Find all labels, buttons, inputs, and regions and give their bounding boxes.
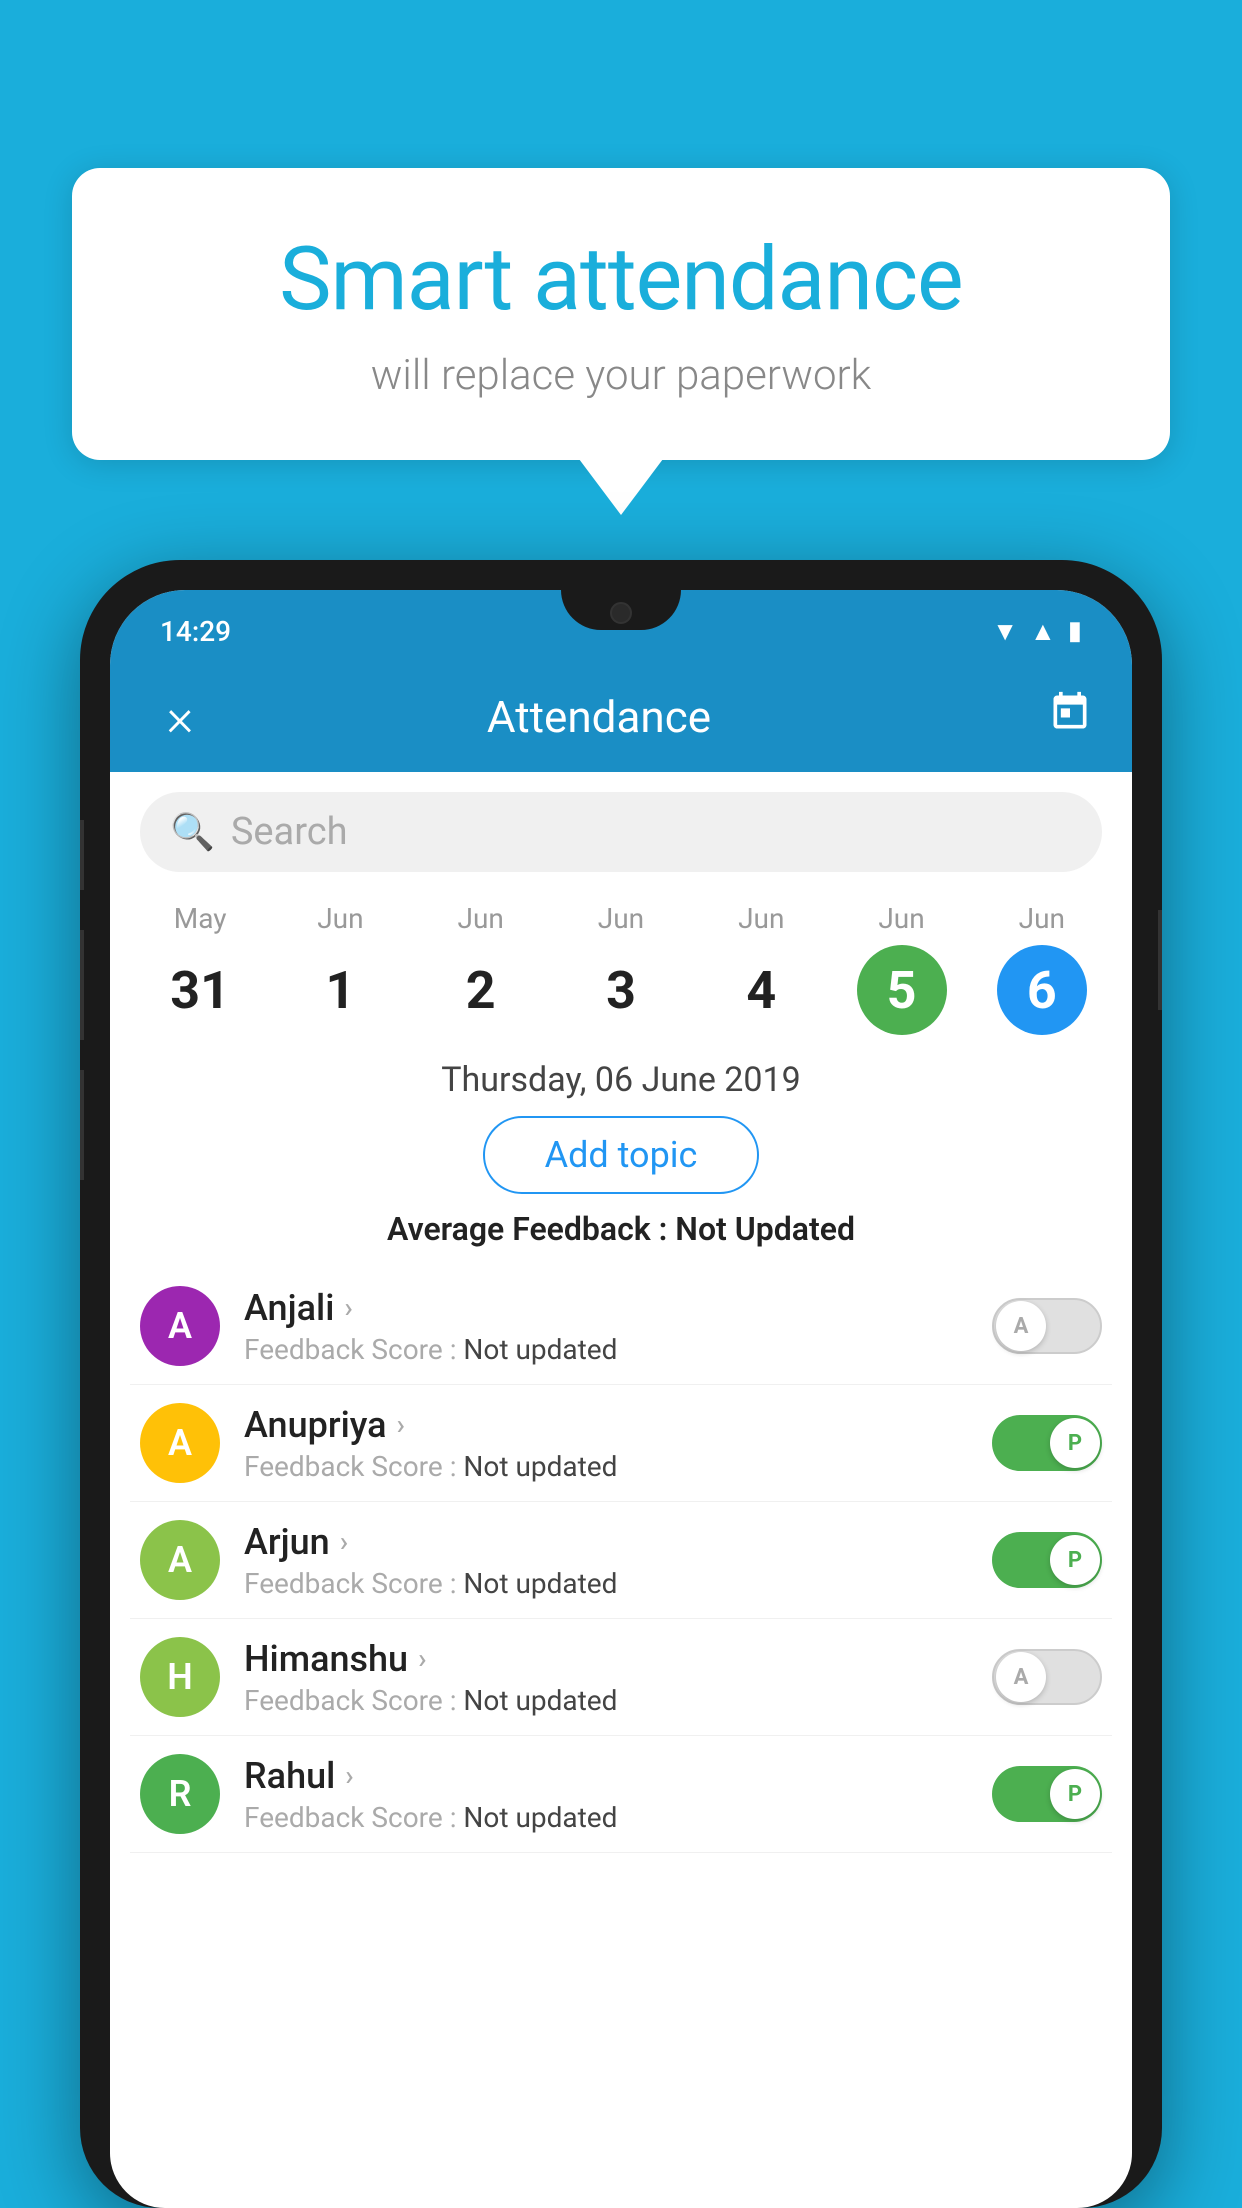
avg-feedback-value: Not Updated — [675, 1210, 855, 1248]
student-avatar: A — [140, 1403, 220, 1483]
student-feedback: Feedback Score : Not updated — [244, 1684, 992, 1717]
add-topic-button[interactable]: Add topic — [483, 1116, 760, 1194]
cal-month-label: Jun — [458, 902, 504, 935]
calendar-day-2[interactable]: Jun 2 — [411, 902, 551, 1035]
student-info: Arjun› Feedback Score : Not updated — [244, 1521, 992, 1600]
student-feedback: Feedback Score : Not updated — [244, 1450, 992, 1483]
phone-screen: 14:29 ▼ ▲ ▮ × Attendance 🔍 Search May31J… — [110, 590, 1132, 2208]
student-info: Rahul› Feedback Score : Not updated — [244, 1755, 992, 1834]
search-icon: 🔍 — [170, 811, 215, 853]
phone-frame: 14:29 ▼ ▲ ▮ × Attendance 🔍 Search May31J… — [80, 560, 1162, 2208]
power-button — [1158, 910, 1162, 1010]
status-icons: ▼ ▲ ▮ — [992, 616, 1082, 647]
student-item[interactable]: A Arjun› Feedback Score : Not updated P — [130, 1502, 1112, 1619]
student-feedback: Feedback Score : Not updated — [244, 1801, 992, 1834]
cal-month-label: Jun — [1019, 902, 1065, 935]
cal-day-num[interactable]: 1 — [295, 945, 385, 1035]
student-name: Anupriya› — [244, 1404, 992, 1446]
cal-month-label: May — [174, 902, 227, 935]
student-name: Anjali› — [244, 1287, 992, 1329]
cal-month-label: Jun — [878, 902, 924, 935]
toggle-knob: A — [996, 1652, 1046, 1702]
calendar-day-6[interactable]: Jun 6 — [972, 902, 1112, 1035]
bubble-title: Smart attendance — [152, 228, 1090, 331]
selected-date: Thursday, 06 June 2019 — [110, 1060, 1132, 1100]
average-feedback: Average Feedback : Not Updated — [110, 1210, 1132, 1248]
signal-icon: ▲ — [1030, 616, 1056, 647]
cal-day-num[interactable]: 31 — [155, 945, 245, 1035]
search-bar[interactable]: 🔍 Search — [140, 792, 1102, 872]
student-feedback: Feedback Score : Not updated — [244, 1567, 992, 1600]
student-feedback: Feedback Score : Not updated — [244, 1333, 992, 1366]
status-time: 14:29 — [160, 615, 231, 648]
student-avatar: A — [140, 1520, 220, 1600]
cal-day-num[interactable]: 5 — [857, 945, 947, 1035]
attendance-toggle[interactable]: P — [992, 1415, 1102, 1471]
calendar-day-4[interactable]: Jun 4 — [691, 902, 831, 1035]
battery-icon: ▮ — [1068, 616, 1082, 646]
speech-bubble: Smart attendance will replace your paper… — [72, 168, 1170, 460]
wifi-icon: ▼ — [992, 616, 1018, 647]
toggle-knob: P — [1050, 1535, 1100, 1585]
student-avatar: R — [140, 1754, 220, 1834]
cal-day-num[interactable]: 3 — [576, 945, 666, 1035]
chevron-right-icon: › — [344, 1291, 352, 1324]
toggle-knob: P — [1050, 1769, 1100, 1819]
app-header: × Attendance — [110, 662, 1132, 772]
calendar-day-3[interactable]: Jun 3 — [551, 902, 691, 1035]
cal-day-num[interactable]: 4 — [716, 945, 806, 1035]
avg-feedback-label: Average Feedback : — [387, 1210, 667, 1248]
toggle-knob: A — [996, 1301, 1046, 1351]
chevron-right-icon: › — [418, 1642, 426, 1675]
student-item[interactable]: R Rahul› Feedback Score : Not updated P — [130, 1736, 1112, 1853]
chevron-right-icon: › — [340, 1525, 348, 1558]
volume-up-button — [80, 820, 84, 890]
calendar-icon[interactable] — [1048, 690, 1092, 745]
cal-month-label: Jun — [598, 902, 644, 935]
student-item[interactable]: H Himanshu› Feedback Score : Not updatedA — [130, 1619, 1112, 1736]
chevron-right-icon: › — [397, 1408, 405, 1441]
student-item[interactable]: AAnjali›Feedback Score : Not updatedA — [130, 1268, 1112, 1385]
cal-month-label: Jun — [738, 902, 784, 935]
attendance-toggle[interactable]: P — [992, 1532, 1102, 1588]
student-name: Himanshu› — [244, 1638, 992, 1680]
student-info: Himanshu› Feedback Score : Not updated — [244, 1638, 992, 1717]
student-info: Anjali› Feedback Score : Not updated — [244, 1287, 992, 1366]
cal-month-label: Jun — [317, 902, 363, 935]
student-list: AAnjali›Feedback Score : Not updatedAAAn… — [110, 1268, 1132, 1853]
attendance-toggle[interactable]: A — [992, 1649, 1102, 1705]
header-title: Attendance — [150, 691, 1048, 743]
attendance-toggle[interactable]: P — [992, 1766, 1102, 1822]
student-name: Rahul› — [244, 1755, 992, 1797]
chevron-right-icon: › — [345, 1759, 353, 1792]
toggle-knob: P — [1050, 1418, 1100, 1468]
student-name: Arjun› — [244, 1521, 992, 1563]
student-avatar: H — [140, 1637, 220, 1717]
cal-day-num[interactable]: 2 — [436, 945, 526, 1035]
student-info: Anupriya› Feedback Score : Not updated — [244, 1404, 992, 1483]
calendar-strip: May 31 Jun 1 Jun 2 Jun 3 Jun 4 Jun 5 Jun 6 — [110, 892, 1132, 1040]
front-camera — [610, 602, 632, 624]
calendar-day-1[interactable]: Jun 1 — [270, 902, 410, 1035]
calendar-day-5[interactable]: Jun 5 — [831, 902, 971, 1035]
search-input[interactable]: Search — [231, 810, 348, 854]
calendar-day-31[interactable]: May 31 — [130, 902, 270, 1035]
cal-day-num[interactable]: 6 — [997, 945, 1087, 1035]
attendance-toggle[interactable]: A — [992, 1298, 1102, 1354]
camera-button — [80, 1070, 84, 1180]
student-item[interactable]: A Anupriya› Feedback Score : Not updated P — [130, 1385, 1112, 1502]
bubble-subtitle: will replace your paperwork — [152, 351, 1090, 400]
volume-down-button — [80, 930, 84, 1040]
student-avatar: A — [140, 1286, 220, 1366]
